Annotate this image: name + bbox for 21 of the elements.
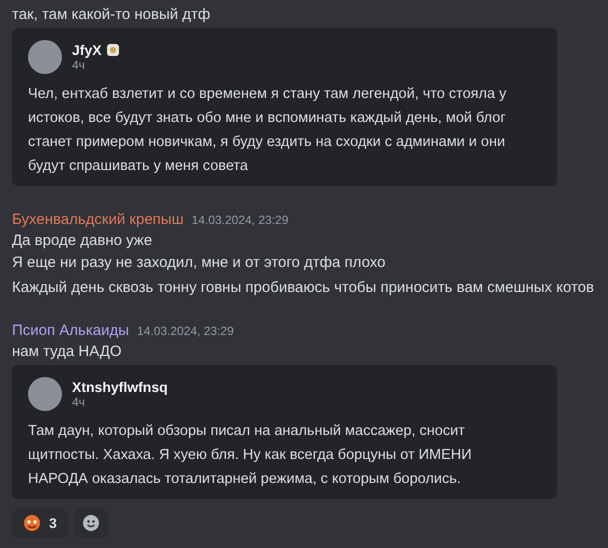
embed-time: 4ч [72,58,85,72]
add-reaction-button[interactable] [74,508,108,538]
embed-time: 4ч [72,395,85,409]
timestamp: 14.03.2024, 23:29 [137,323,234,340]
message-text: Каждый день сквозь тонну говны пробиваюсь чтобы приносить вам смешных котов [12,278,595,298]
message-text: нам туда НАДО [12,342,123,362]
message-text: так, там какой-то новый дтф [12,5,212,25]
embed-text: Чел, ентхаб взлетит и со временем я стану там легендой, что стояла у истоков, все будут знать обо мне и вспоминать каждый день, мой блог станет примером новичкам, я буду ездить на сходки с админами и они будут спрашивать у меня совета [28,85,508,176]
emoji-icon [23,514,41,532]
avatar [28,377,62,411]
reaction-button[interactable]: 3 [12,508,68,538]
embed-text: Там даун, который обзоры писал на анальный массажер, сносит щитпосты. Хахаха. Я хуею бля. Ну как всегда борцуны от ИМЕНИ НАРОДА оказалась тоталитарней режима, с которым боролись. [28,422,473,489]
timestamp: 14.03.2024, 23:29 [192,212,288,229]
avatar [28,40,62,74]
embed-author[interactable]: Xtnshyflwfnsq [72,379,168,395]
author-name[interactable]: Псиоп Алькаиды [12,321,130,341]
embed-author[interactable]: JfyX [72,42,102,58]
author-name[interactable]: Бухенвальдский крепыш [12,210,184,230]
message-text: Я еще ни разу не заходил, мне и от этого дтфа плохо [12,253,386,273]
message-text: Да вроде давно уже [12,231,154,251]
smiley-icon [82,514,100,532]
